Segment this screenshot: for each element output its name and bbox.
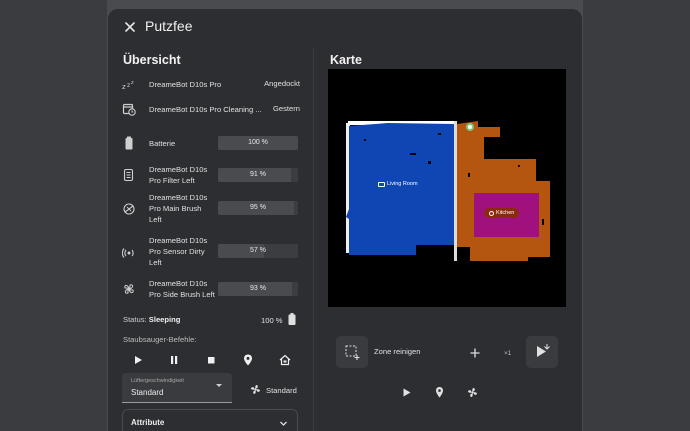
chevron-down-icon [216,384,222,387]
robot-vacuum-zzz-icon: z z z [122,80,134,91]
close-icon[interactable] [122,19,138,35]
start-zone-clean-button[interactable] [526,336,558,368]
overview-row-label: DreameBot D10s Pro [149,80,222,89]
vacuum-map[interactable]: Living Room Kitchen [328,69,566,307]
fan-icon[interactable] [466,386,479,399]
stove-icon [489,210,494,216]
map-canvas [346,121,550,261]
fan-icon [251,385,260,394]
stop-icon[interactable] [204,353,218,367]
room-label-living-room[interactable]: Living Room [378,181,418,187]
fan-speed-chip-label[interactable]: Standard [266,386,297,395]
room-hall[interactable] [457,121,550,261]
battery-level-bar: 100 % [218,136,298,150]
repeat-count[interactable]: ×1 [504,350,511,357]
label-line: DreameBot D10s [149,236,208,245]
zone-clean-label: Zone reinigen [374,347,421,356]
label-line: Pro Main Brush [149,204,202,213]
fan-speed-value: Standard [131,388,164,397]
bar-text: 57 % [250,247,266,254]
label-line: Pro Sensor Dirty [149,247,205,256]
label-line: Pro Side Brush Left [149,290,215,299]
overview-row-label: DreameBot D10s Pro Side Brush Left [149,278,215,300]
overview-row-battery[interactable]: Batterie 100 % [122,136,300,150]
fan-speed-select[interactable]: Lüftergeschwindigkeit Standard [122,373,232,403]
overview-row-label: Batterie [149,139,176,148]
zone-clean-button[interactable] [336,336,368,368]
backdrop-left [0,0,107,431]
svg-text:z: z [127,82,130,89]
play-icon[interactable] [400,386,413,399]
commands-label: Staubsauger-Befehle: [123,335,197,344]
return-home-icon[interactable] [278,353,292,367]
overview-row-filter[interactable]: DreameBot D10s Pro Filter Left 91 % [122,164,300,186]
map-title: Karte [330,53,362,67]
overview-title: Übersicht [123,53,181,67]
charger-dock-icon [468,125,472,129]
overview-row-label: DreameBot D10s Pro Main Brush Left [149,192,207,225]
overview-row-main-brush[interactable]: DreameBot D10s Pro Main Brush Left 95 % [122,192,300,225]
side-brush-level-bar: 93 % [218,282,298,296]
map-panel: Karte Living Room Kitchen Zone reinigen … [314,47,582,431]
room-label-kitchen[interactable]: Kitchen [484,208,520,218]
status-line: Status: Sleeping [123,315,180,324]
backdrop-right [583,0,690,431]
status-value: Sleeping [148,315,181,324]
filter-icon [123,168,134,182]
side-brush-icon [124,284,134,294]
room-name: Living Room [387,181,418,187]
bar-text: 95 % [250,204,266,211]
overview-row-label: DreameBot D10s Pro Filter Left [149,164,207,186]
vacuum-dialog: Putzfee Übersicht z z z DreameBot D10s P… [108,9,582,431]
overview-row-label: DreameBot D10s Pro Cleaning ... [149,105,262,114]
label-line: Pro Filter Left [149,176,195,185]
battery-icon [125,136,133,150]
calendar-clock-icon [122,103,136,116]
zone-select-icon [345,345,360,360]
play-zone-icon [537,344,550,357]
label-line: Left [149,258,162,267]
overview-row-side-brush[interactable]: DreameBot D10s Pro Side Brush Left 93 % [122,278,300,300]
locate-icon[interactable] [433,386,446,399]
label-line: DreameBot D10s [149,279,208,288]
main-brush-level-bar: 95 % [218,201,298,215]
attributes-expander[interactable]: Attribute [122,409,298,431]
overview-row-status[interactable]: z z z DreameBot D10s Pro Angedockt [122,77,300,91]
battery-percentage: 100 % [261,316,283,325]
overview-panel: Übersicht z z z DreameBot D10s Pro Anged… [108,47,313,431]
label-line: DreameBot D10s [149,165,208,174]
dialog-header: Putzfee [108,9,582,47]
overview-row-cleaning[interactable]: DreameBot D10s Pro Cleaning ... Gestern [122,102,300,116]
bar-text: 91 % [250,171,266,178]
label-line: Left [149,215,162,224]
room-chip-icon [378,181,385,187]
room-living-room[interactable] [346,123,454,255]
bar-text: 100 % [248,139,268,146]
svg-text:z: z [122,83,126,91]
add-zone-icon[interactable] [469,347,481,359]
sensor-level-bar: 57 % [218,244,298,258]
svg-text:z: z [131,80,134,86]
overview-row-label: DreameBot D10s Pro Sensor Dirty Left [149,235,207,268]
status-prefix: Status: [123,315,147,324]
overview-row-sensor[interactable]: DreameBot D10s Pro Sensor Dirty Left 57 … [122,235,300,268]
brush-icon [123,202,135,215]
label-line: DreameBot D10s [149,193,208,202]
play-icon[interactable] [131,353,145,367]
filter-level-bar: 91 % [218,168,298,182]
locate-icon[interactable] [241,353,255,367]
fan-speed-caption: Lüftergeschwindigkeit [131,378,184,384]
chevron-down-icon [280,421,287,426]
dialog-title: Putzfee [145,18,193,34]
bar-text: 93 % [250,285,266,292]
pause-icon[interactable] [167,353,181,367]
battery-icon [288,313,296,325]
sensor-icon [122,247,134,258]
attributes-label: Attribute [131,418,165,427]
overview-row-value: Gestern [272,104,300,113]
overview-row-value: Angedockt [264,79,300,88]
room-name: Kitchen [496,210,515,216]
